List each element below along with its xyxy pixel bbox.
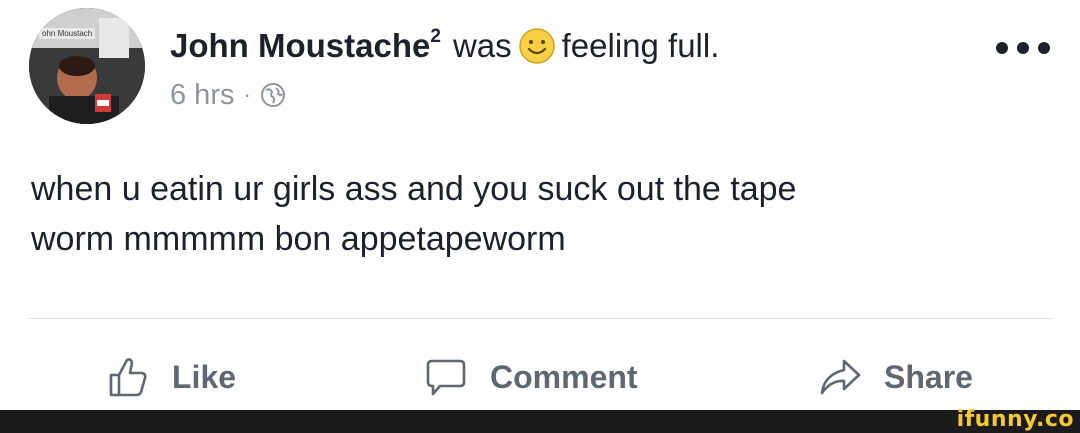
comment-bubble-icon: [426, 359, 466, 396]
post-text: when u eatin ur girls ass and you suck o…: [31, 170, 797, 258]
thumbs-up-icon: [109, 358, 147, 397]
share-button[interactable]: Share: [818, 350, 973, 404]
more-dot: [1017, 42, 1029, 54]
comment-label: Comment: [490, 358, 638, 395]
avatar-caption: ohn Moustach: [39, 28, 96, 39]
watermark-bar: ifunny.co: [0, 407, 1080, 433]
watermark-logo: ifunny.co: [956, 407, 1074, 432]
activity-verb: was: [452, 27, 512, 64]
timestamp[interactable]: 6 hrs: [170, 79, 234, 112]
meta-separator: ·: [243, 82, 251, 107]
more-dot: [996, 42, 1008, 54]
share-arrow-icon: [820, 359, 861, 395]
smiling-face-icon: [518, 27, 556, 65]
more-options-icon[interactable]: [996, 36, 1050, 60]
avatar-photo: [29, 8, 145, 124]
author-superscript: 2: [430, 26, 441, 47]
share-label: Share: [884, 358, 973, 395]
like-button[interactable]: Like: [106, 350, 236, 404]
post-meta: 6 hrs ·: [170, 78, 286, 112]
comment-button[interactable]: Comment: [424, 350, 638, 404]
post-card: ohn Moustach John Moustache2 was feeling…: [0, 0, 1080, 410]
more-dot: [1038, 42, 1050, 54]
author-name[interactable]: John Moustache2: [170, 26, 441, 65]
like-label: Like: [172, 358, 237, 395]
activity-text: feeling full.: [561, 27, 720, 64]
avatar[interactable]: ohn Moustach: [29, 8, 145, 124]
author-name-text: John Moustache: [170, 27, 431, 64]
action-divider: [29, 318, 1053, 319]
post-header: John Moustache2 was feeling full.: [170, 24, 719, 68]
globe-icon[interactable]: [260, 82, 286, 108]
